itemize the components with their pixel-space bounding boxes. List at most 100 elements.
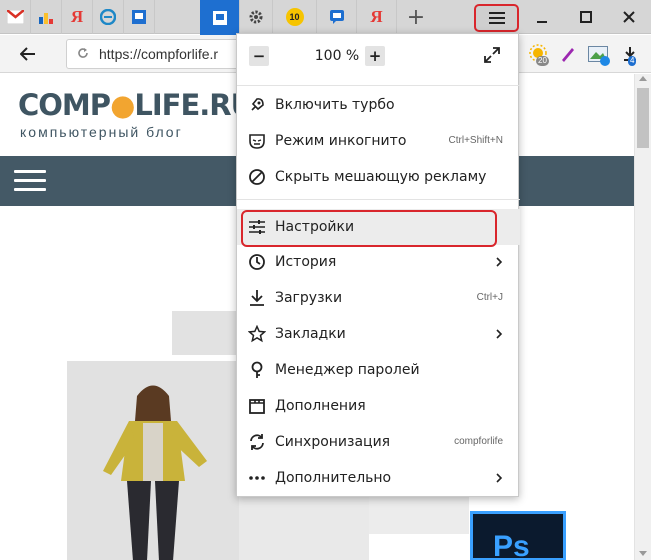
menu-item-label: Закладки bbox=[275, 326, 346, 342]
yandex-icon: Я bbox=[70, 7, 84, 26]
incognito-mask-icon bbox=[249, 134, 265, 149]
back-button[interactable] bbox=[14, 41, 42, 67]
menu-item-label: Режим инкогнито bbox=[275, 133, 407, 149]
content-placeholder bbox=[369, 494, 469, 534]
address-field[interactable]: https://compforlife.r bbox=[66, 39, 256, 69]
downloads-badge: 4 bbox=[628, 56, 637, 66]
block-ads-icon bbox=[249, 169, 265, 185]
turbo-rocket-icon bbox=[251, 98, 264, 111]
content-placeholder bbox=[239, 494, 369, 560]
chart-favicon-icon bbox=[38, 9, 55, 26]
check-badge-icon bbox=[600, 56, 610, 66]
number-ten-icon: 10 bbox=[285, 8, 304, 26]
menu-item-turbo[interactable]: Включить турбо bbox=[237, 87, 520, 123]
maximize-icon bbox=[580, 11, 592, 23]
weather-badge: 20 bbox=[536, 56, 549, 66]
blue-square-icon bbox=[211, 9, 228, 26]
zoom-row: − 100 % + bbox=[237, 34, 520, 78]
more-dots-icon bbox=[249, 476, 265, 480]
content-placeholder bbox=[172, 311, 238, 355]
pen-icon bbox=[562, 48, 574, 62]
tab-e[interactable] bbox=[93, 0, 124, 34]
tab-strip: Я 10 Я + bbox=[0, 0, 651, 35]
menu-separator bbox=[237, 85, 520, 86]
menu-item-shortcut: Ctrl+Shift+N bbox=[448, 135, 503, 146]
tab-gear[interactable] bbox=[240, 0, 273, 34]
fullscreen-button[interactable] bbox=[483, 46, 503, 66]
tab-active[interactable] bbox=[200, 0, 240, 35]
maximize-button[interactable] bbox=[564, 0, 608, 34]
tab-ten[interactable]: 10 bbox=[273, 0, 317, 34]
tab-yandex-1[interactable]: Я bbox=[62, 0, 93, 34]
number-ten-text: 10 bbox=[289, 12, 300, 22]
image-extension[interactable] bbox=[586, 41, 610, 67]
tab-chart[interactable] bbox=[31, 0, 62, 34]
sync-icon bbox=[250, 434, 264, 450]
minimize-button[interactable] bbox=[520, 0, 564, 34]
chevron-right-icon bbox=[496, 473, 503, 483]
page-scrollbar[interactable] bbox=[634, 74, 651, 560]
menu-item-label: Загрузки bbox=[275, 290, 343, 306]
browser-menu-button[interactable] bbox=[474, 4, 519, 32]
menu-item-shortcut: Ctrl+J bbox=[476, 292, 503, 303]
menu-item-bookmarks[interactable]: Закладки bbox=[237, 316, 520, 352]
history-clock-icon bbox=[249, 254, 265, 270]
blue-square-icon bbox=[131, 9, 148, 26]
tab-square[interactable] bbox=[124, 0, 155, 34]
menu-item-label: Скрыть мешающую рекламу bbox=[275, 169, 487, 185]
scroll-thumb[interactable] bbox=[637, 88, 649, 148]
site-tagline: компьютерный блог bbox=[20, 124, 183, 140]
settings-highlight-frame bbox=[241, 210, 497, 247]
downloads-button[interactable]: 4 bbox=[618, 41, 642, 67]
zoom-out-button[interactable]: − bbox=[249, 46, 269, 66]
menu-item-incognito[interactable]: Режим инкогнито Ctrl+Shift+N bbox=[237, 123, 520, 159]
menu-separator bbox=[237, 199, 520, 200]
tab-yandex-2[interactable]: Я bbox=[357, 0, 397, 34]
hamburger-icon bbox=[488, 12, 505, 24]
back-arrow-icon bbox=[20, 47, 35, 61]
menu-item-history[interactable]: История bbox=[237, 244, 520, 280]
pen-extension[interactable] bbox=[556, 41, 580, 67]
menu-item-label: История bbox=[275, 254, 337, 270]
menu-item-more[interactable]: Дополнительно bbox=[237, 460, 520, 496]
menu-item-sync[interactable]: Синхронизация compforlife bbox=[237, 424, 520, 460]
close-window-button[interactable] bbox=[607, 0, 651, 34]
logo-dot-icon: ● bbox=[110, 88, 135, 122]
menu-item-passwords[interactable]: Менеджер паролей bbox=[237, 352, 520, 388]
scroll-up-icon[interactable] bbox=[639, 76, 647, 81]
zoom-in-button[interactable]: + bbox=[365, 46, 385, 66]
menu-item-label: Менеджер паролей bbox=[275, 362, 420, 378]
tab-chat[interactable] bbox=[317, 0, 357, 34]
tab-gmail[interactable] bbox=[0, 0, 31, 34]
chevron-right-icon bbox=[496, 257, 503, 267]
menu-item-hide-ads[interactable]: Скрыть мешающую рекламу bbox=[237, 159, 520, 195]
key-icon bbox=[251, 361, 263, 378]
logo-comp: COMP bbox=[18, 88, 111, 122]
menu-item-downloads[interactable]: Загрузки Ctrl+J bbox=[237, 280, 520, 316]
gear-icon bbox=[248, 9, 265, 26]
blue-e-icon bbox=[100, 9, 117, 26]
menu-item-addons[interactable]: Дополнения bbox=[237, 388, 520, 424]
menu-item-label: Дополнительно bbox=[275, 470, 392, 486]
reload-icon[interactable] bbox=[77, 46, 89, 62]
minimize-icon bbox=[537, 21, 547, 23]
scroll-down-icon[interactable] bbox=[639, 551, 647, 556]
photoshop-thumbnail[interactable]: Ps bbox=[470, 511, 566, 560]
fullscreen-icon bbox=[484, 47, 500, 63]
weather-extension[interactable]: 20 bbox=[526, 41, 550, 67]
yandex-icon: Я bbox=[370, 7, 383, 26]
bookmark-star-icon bbox=[248, 325, 266, 343]
close-icon bbox=[623, 11, 635, 23]
gmail-icon bbox=[6, 9, 24, 26]
site-menu-hamburger-icon[interactable] bbox=[14, 170, 46, 192]
extensions-icon bbox=[249, 399, 265, 414]
download-icon bbox=[250, 290, 264, 306]
chevron-right-icon bbox=[496, 329, 503, 339]
woman-figure-image bbox=[103, 385, 207, 560]
site-logo[interactable]: COMP●LIFE.RU bbox=[18, 88, 254, 122]
article-photo[interactable] bbox=[67, 361, 239, 560]
menu-item-label: Дополнения bbox=[275, 398, 366, 414]
new-tab-button[interactable]: + bbox=[402, 0, 430, 34]
url-text: https://compforlife.r bbox=[99, 46, 219, 62]
menu-item-label: Включить турбо bbox=[275, 97, 395, 113]
